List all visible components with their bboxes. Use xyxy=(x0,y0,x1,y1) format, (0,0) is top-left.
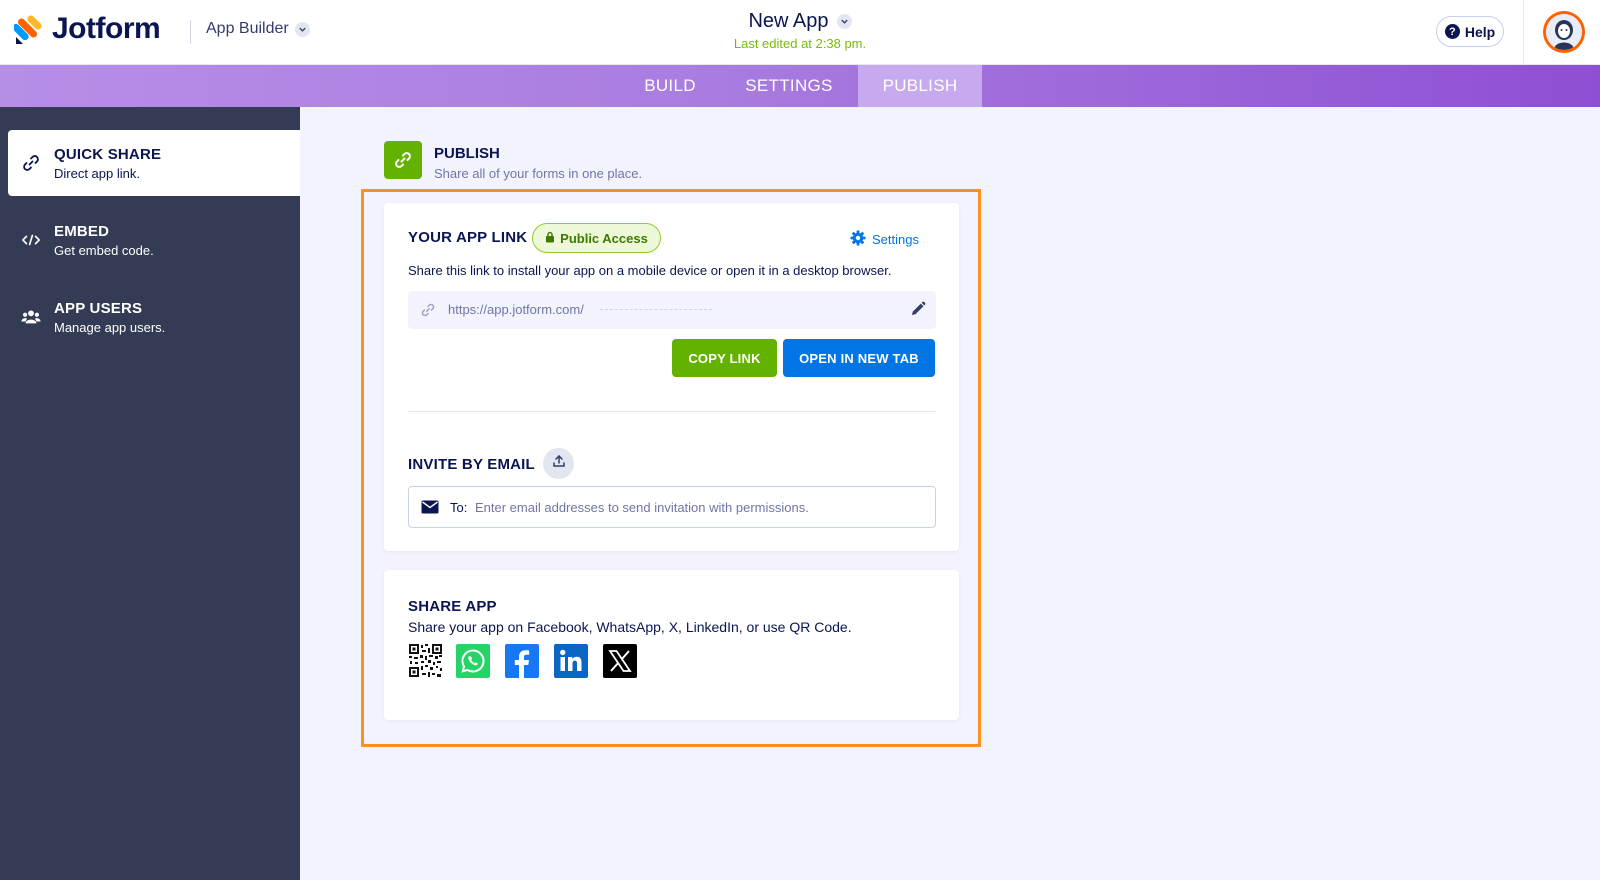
settings-label: Settings xyxy=(872,232,919,247)
users-icon xyxy=(21,307,41,327)
sidebar-item-title: EMBED xyxy=(54,222,110,240)
top-header: Jotform App Builder New App Last edited … xyxy=(0,0,1600,65)
envelope-icon xyxy=(421,500,439,519)
email-to-label: To: xyxy=(450,500,468,515)
invite-email-input[interactable]: To: Enter email addresses to send invita… xyxy=(408,486,936,528)
help-icon: ? xyxy=(1444,24,1460,39)
sidebar-item-subtitle: Manage app users. xyxy=(54,319,166,335)
app-url-text: https://app.jotform.com/ xyxy=(448,302,584,317)
tab-settings[interactable]: SETTINGS xyxy=(726,65,852,107)
section-divider xyxy=(408,411,936,412)
sidebar-item-subtitle: Get embed code. xyxy=(54,242,154,258)
copy-link-button[interactable]: COPY LINK xyxy=(672,339,777,377)
last-edited-status: Last edited at 2:38 pm. xyxy=(733,36,867,51)
tab-publish[interactable]: PUBLISH xyxy=(858,65,982,107)
email-placeholder: Enter email addresses to send invitation… xyxy=(475,500,809,515)
header-separator xyxy=(1523,0,1524,65)
sidebar-item-title: APP USERS xyxy=(54,299,143,317)
upload-icon xyxy=(552,454,566,473)
edit-pencil-icon[interactable] xyxy=(910,301,926,322)
sidebar-item-app-users[interactable]: APP USERS Manage app users. xyxy=(8,284,300,350)
app-link-card: YOUR APP LINK Public Access Settings Sha… xyxy=(384,203,959,551)
publish-link-icon xyxy=(384,141,422,179)
x-share-button[interactable] xyxy=(603,643,637,683)
public-access-label: Public Access xyxy=(560,230,648,246)
open-in-new-tab-button[interactable]: OPEN IN NEW TAB xyxy=(783,339,935,377)
lock-icon xyxy=(545,231,555,246)
share-app-card: SHARE APP Share your app on Facebook, Wh… xyxy=(384,570,959,720)
main-tab-bar: BUILD SETTINGS PUBLISH xyxy=(0,65,1600,107)
linkedin-icon xyxy=(554,643,588,683)
help-label: Help xyxy=(1464,23,1496,40)
gear-icon xyxy=(850,230,866,249)
user-avatar[interactable] xyxy=(1543,11,1585,53)
share-app-label: SHARE APP xyxy=(408,598,497,615)
help-button[interactable]: ? Help xyxy=(1436,16,1504,47)
code-icon xyxy=(21,230,41,250)
whatsapp-share-button[interactable] xyxy=(456,643,490,683)
app-title: New App xyxy=(748,10,829,32)
sidebar-item-subtitle: Direct app link. xyxy=(54,165,140,181)
link-icon xyxy=(420,302,436,323)
upload-contacts-button[interactable] xyxy=(543,448,574,479)
sidebar-item-title: QUICK SHARE xyxy=(54,145,162,163)
qr-code-icon xyxy=(408,644,442,682)
app-url-field[interactable]: https://app.jotform.com/ xyxy=(408,291,936,329)
link-icon xyxy=(21,153,41,173)
app-title-dropdown[interactable]: New App xyxy=(748,10,852,33)
page-title: PUBLISH xyxy=(434,145,500,162)
app-link-label: YOUR APP LINK xyxy=(408,229,528,246)
facebook-icon xyxy=(505,643,539,683)
link-settings-button[interactable]: Settings xyxy=(850,230,919,249)
x-logo-icon xyxy=(603,643,637,683)
page-subtitle: Share all of your forms in one place. xyxy=(434,166,643,181)
linkedin-share-button[interactable] xyxy=(554,643,588,683)
sidebar-item-quick-share[interactable]: QUICK SHARE Direct app link. xyxy=(8,130,300,196)
qr-code-share-button[interactable] xyxy=(408,644,442,682)
chevron-down-icon xyxy=(836,14,852,29)
facebook-share-button[interactable] xyxy=(505,643,539,683)
avatar-image xyxy=(1546,14,1582,50)
app-link-description: Share this link to install your app on a… xyxy=(408,263,892,278)
tab-build[interactable]: BUILD xyxy=(622,65,718,107)
app-title-area: New App Last edited at 2:38 pm. xyxy=(0,10,1600,51)
invite-by-email-label: INVITE BY EMAIL xyxy=(408,456,535,473)
whatsapp-icon xyxy=(456,643,490,683)
sidebar-item-embed[interactable]: EMBED Get embed code. xyxy=(8,207,300,273)
redacted-url-segment xyxy=(600,309,712,310)
share-app-description: Share your app on Facebook, WhatsApp, X,… xyxy=(408,619,852,635)
public-access-badge[interactable]: Public Access xyxy=(532,223,661,253)
publish-sidebar: QUICK SHARE Direct app link. EMBED Get e… xyxy=(0,107,300,880)
